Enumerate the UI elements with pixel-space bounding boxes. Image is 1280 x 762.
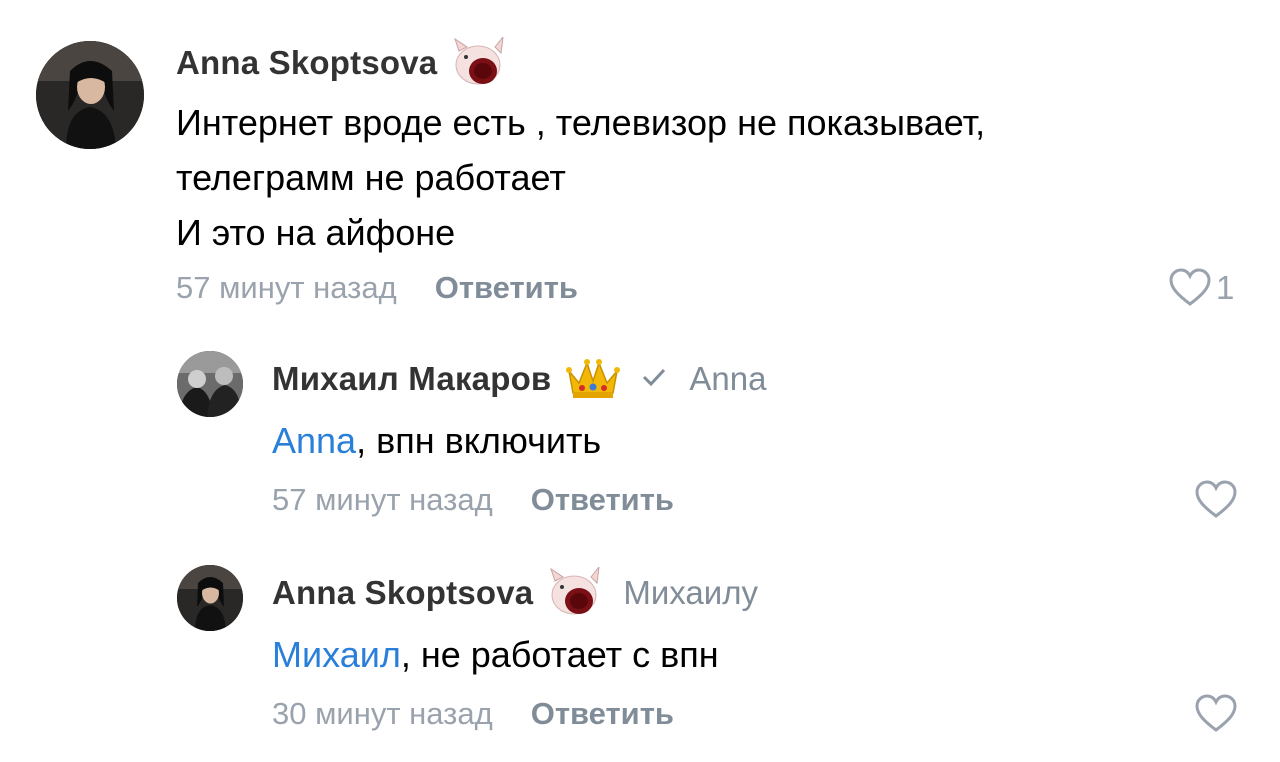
timestamp: 57 минут назад: [176, 270, 397, 305]
like-count: 1: [1216, 269, 1235, 306]
reply-button[interactable]: Ответить: [531, 482, 674, 518]
reply-to-name[interactable]: Михаилу: [623, 574, 758, 612]
avatar-photo: [36, 41, 144, 149]
mention-link[interactable]: Anna: [272, 420, 356, 461]
mention-link[interactable]: Михаил: [272, 634, 401, 675]
heart-icon: [1169, 268, 1211, 306]
like-button[interactable]: 1: [1168, 268, 1234, 308]
comment-meta: 30 минут назад Ответить: [272, 696, 674, 732]
comment-meta: 57 минут назад Ответить: [176, 270, 578, 306]
comment-text: Anna, впн включить: [272, 413, 601, 468]
avatar-photo: [177, 565, 243, 631]
like-button[interactable]: [1194, 480, 1238, 520]
crown-icon: [565, 357, 621, 401]
cat-sticker-icon: [451, 37, 505, 89]
comment-text-body: , не работает с впн: [400, 634, 719, 675]
author-name[interactable]: Anna Skoptsova: [176, 44, 437, 82]
author-name[interactable]: Anna Skoptsova: [272, 574, 533, 612]
cat-sticker-icon: [547, 567, 601, 619]
comment-text-line: Интернет вроде есть , телевизор не показ…: [176, 102, 986, 143]
timestamp: 57 минут назад: [272, 482, 493, 517]
comment-text: Интернет вроде есть , телевизор не показ…: [176, 95, 985, 260]
comment-header: Anna Skoptsova Михаилу: [272, 567, 758, 619]
heart-icon: [1195, 480, 1237, 518]
avatar[interactable]: [177, 351, 243, 417]
checkmark-icon: [641, 362, 667, 396]
heart-icon: [1195, 694, 1237, 732]
like-button[interactable]: [1194, 694, 1238, 734]
reply-button[interactable]: Ответить: [435, 270, 578, 306]
comment-text-line: телеграмм не работает: [176, 157, 566, 198]
avatar[interactable]: [36, 41, 144, 149]
timestamp: 30 минут назад: [272, 696, 493, 731]
avatar[interactable]: [177, 565, 243, 631]
reply-to-name[interactable]: Anna: [689, 360, 766, 398]
author-name[interactable]: Михаил Макаров: [272, 360, 551, 398]
comment-text: Михаил, не работает с впн: [272, 627, 719, 682]
reply-button[interactable]: Ответить: [531, 696, 674, 732]
comment-text-line: И это на айфоне: [176, 212, 456, 253]
comment-text-body: , впн включить: [356, 420, 602, 461]
avatar-photo: [177, 351, 243, 417]
comments-thread: Anna Skoptsova Интернет вроде есть , тел…: [0, 0, 1280, 762]
comment-header: Михаил Макаров Anna: [272, 355, 767, 403]
comment-header: Anna Skoptsova: [176, 37, 505, 89]
comment-meta: 57 минут назад Ответить: [272, 482, 674, 518]
